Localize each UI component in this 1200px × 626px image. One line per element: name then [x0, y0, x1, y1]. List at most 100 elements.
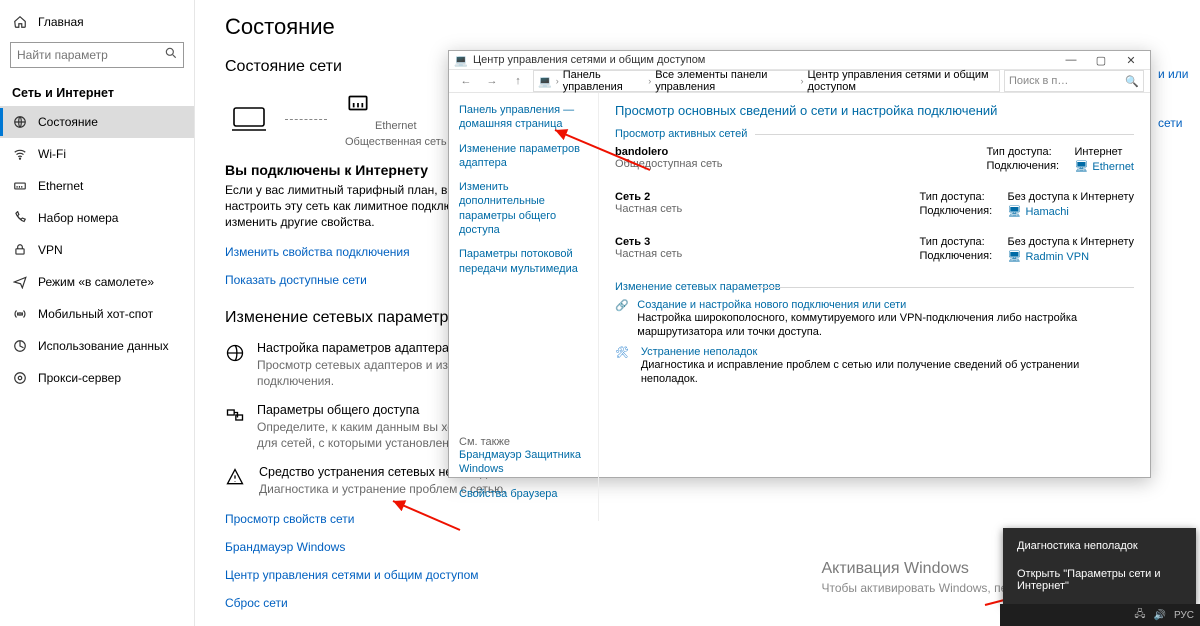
- cp-left-link-home[interactable]: Панель управления — домашняя страница: [459, 103, 588, 132]
- hotspot-icon: [12, 306, 28, 322]
- conn-label: Подключения:: [919, 205, 1001, 218]
- network-icon: 💻: [538, 75, 552, 88]
- diagram-network-type: Общественная сеть: [345, 136, 447, 148]
- sidebar-item-proxy[interactable]: Прокси-сервер: [0, 362, 194, 394]
- active-networks-label: Просмотр активных сетей: [615, 128, 1134, 140]
- access-value: Без доступа к Интернету: [1007, 191, 1134, 203]
- network-icon: 💻: [453, 54, 469, 67]
- cp-see-link-firewall[interactable]: Брандмауэр Защитника Windows: [459, 448, 588, 477]
- link-fragment[interactable]: сети: [1158, 116, 1182, 130]
- network-entry: bandoleroОбщедоступная сеть Тип доступа:…: [615, 146, 1134, 175]
- taskbar[interactable]: 🖧 🔊 РУС: [1000, 604, 1200, 626]
- cp-left-link-adapter-settings[interactable]: Изменение параметров адаптера: [459, 142, 588, 171]
- page-title: Состояние: [225, 14, 1170, 40]
- see-also-label: См. также: [459, 436, 588, 448]
- back-button[interactable]: ←: [455, 70, 477, 92]
- network-entry: Сеть 2Частная сеть Тип доступа:Без досту…: [615, 191, 1134, 220]
- sidebar-item-wifi[interactable]: Wi-Fi: [0, 138, 194, 170]
- ethernet-icon: 🖥: [1007, 205, 1021, 218]
- sidebar-item-label: Использование данных: [38, 339, 169, 353]
- tray-network-icon[interactable]: 🖧: [1134, 607, 1145, 624]
- sidebar-item-ethernet[interactable]: Ethernet: [0, 170, 194, 202]
- conn-label: Подключения:: [919, 250, 1001, 263]
- maximize-button[interactable]: ▢: [1086, 51, 1116, 69]
- sidebar-item-home[interactable]: Главная: [0, 6, 194, 38]
- search-input-wrap: [10, 42, 184, 68]
- ctx-item-open-settings[interactable]: Открыть "Параметры сети и Интернет": [1003, 560, 1196, 600]
- troubleshoot-icon: [225, 465, 247, 497]
- cp-search-placeholder: Поиск в п…: [1009, 75, 1068, 87]
- sidebar-item-dialup[interactable]: Набор номера: [0, 202, 194, 234]
- ethernet-icon: 🖥: [1007, 250, 1021, 263]
- tray-context-menu: Диагностика неполадок Открыть "Параметры…: [1003, 528, 1196, 604]
- connection-link[interactable]: 🖥Hamachi: [1007, 205, 1068, 218]
- network-type: Общедоступная сеть: [615, 158, 723, 170]
- breadcrumb-item[interactable]: Все элементы панели управления: [655, 69, 796, 93]
- close-button[interactable]: ✕: [1116, 51, 1146, 69]
- sidebar-item-vpn[interactable]: VPN: [0, 234, 194, 266]
- cp-change-sub: Диагностика и исправление проблем с сеть…: [641, 358, 1134, 387]
- search-icon: [164, 46, 178, 60]
- link-fragment[interactable]: и или: [1158, 67, 1188, 81]
- diagram-adapter-name: Ethernet: [345, 120, 447, 132]
- vpn-icon: [12, 242, 28, 258]
- sidebar-item-label: Мобильный хот-спот: [38, 307, 153, 321]
- connection-link[interactable]: 🖥Ethernet: [1074, 160, 1134, 173]
- sidebar-item-airplane[interactable]: Режим «в самолете»: [0, 266, 194, 298]
- change-params-label: Изменение сетевых параметров: [615, 281, 1134, 293]
- sidebar-item-label: Прокси-сервер: [38, 371, 121, 385]
- sidebar-group-title: Сеть и Интернет: [0, 76, 194, 106]
- search-input[interactable]: [10, 42, 184, 68]
- home-icon: [12, 14, 28, 30]
- sidebar-item-datausage[interactable]: Использование данных: [0, 330, 194, 362]
- up-button[interactable]: ↑: [507, 70, 529, 92]
- connection-link[interactable]: 🖥Radmin VPN: [1007, 250, 1089, 263]
- sidebar-item-label: Ethernet: [38, 179, 83, 193]
- network-type: Частная сеть: [615, 203, 682, 215]
- network-sharing-center-window: 💻 Центр управления сетями и общим доступ…: [448, 50, 1151, 478]
- cp-change-sub: Настройка широкополосного, коммутируемог…: [637, 311, 1134, 340]
- breadcrumb[interactable]: 💻› Панель управления› Все элементы панел…: [533, 70, 1000, 92]
- tray-volume-icon[interactable]: 🔊: [1154, 610, 1166, 621]
- cp-change-title: Устранение неполадок: [641, 346, 1134, 358]
- network-name: bandolero: [615, 146, 723, 158]
- cp-change-title: Создание и настройка нового подключения …: [637, 299, 1134, 311]
- sidebar-item-label: Главная: [38, 15, 84, 29]
- airplane-icon: [12, 274, 28, 290]
- access-value: Интернет: [1074, 146, 1122, 158]
- forward-button[interactable]: →: [481, 70, 503, 92]
- ethernet-icon: 🖥: [1074, 160, 1088, 173]
- access-label: Тип доступа:: [986, 146, 1068, 158]
- tray-lang-icon[interactable]: РУС: [1174, 610, 1194, 621]
- breadcrumb-item[interactable]: Центр управления сетями и общим доступом: [808, 69, 995, 93]
- search-icon: 🔍: [1125, 75, 1139, 88]
- network-name: Сеть 3: [615, 236, 682, 248]
- new-connection-icon: 🔗: [615, 299, 629, 340]
- cp-left-link-advanced-sharing[interactable]: Изменить дополнительные параметры общего…: [459, 180, 588, 237]
- ctx-item-diagnose[interactable]: Диагностика неполадок: [1003, 532, 1196, 560]
- sidebar-item-label: VPN: [38, 243, 63, 257]
- cp-see-link-browser[interactable]: Свойства браузера: [459, 487, 588, 501]
- minimize-button[interactable]: —: [1056, 51, 1086, 69]
- sidebar-item-status[interactable]: Состояние: [0, 106, 194, 138]
- access-label: Тип доступа:: [919, 236, 1001, 248]
- cp-change-item-new-conn[interactable]: 🔗 Создание и настройка нового подключени…: [615, 299, 1134, 340]
- cp-change-item-troubleshoot[interactable]: 🛠 Устранение неполадокДиагностика и испр…: [615, 346, 1134, 387]
- cp-left-link-media-streaming[interactable]: Параметры потоковой передачи мультимедиа: [459, 247, 588, 276]
- sidebar-item-label: Набор номера: [38, 211, 118, 225]
- network-type: Частная сеть: [615, 248, 682, 260]
- network-entry: Сеть 3Частная сеть Тип доступа:Без досту…: [615, 236, 1134, 265]
- sidebar-item-label: Состояние: [38, 115, 98, 129]
- window-title: Центр управления сетями и общим доступом: [469, 54, 1056, 66]
- ethernet-icon: [345, 90, 371, 116]
- breadcrumb-item[interactable]: Панель управления: [563, 69, 645, 93]
- troubleshoot-icon: 🛠: [615, 346, 633, 387]
- sidebar-item-label: Режим «в самолете»: [38, 275, 154, 289]
- sharing-icon: [225, 403, 245, 451]
- dialup-icon: [12, 210, 28, 226]
- adapter-icon: [225, 341, 245, 389]
- sidebar-item-hotspot[interactable]: Мобильный хот-спот: [0, 298, 194, 330]
- cp-search[interactable]: Поиск в п… 🔍: [1004, 70, 1144, 92]
- network-name: Сеть 2: [615, 191, 682, 203]
- wifi-icon: [12, 146, 28, 162]
